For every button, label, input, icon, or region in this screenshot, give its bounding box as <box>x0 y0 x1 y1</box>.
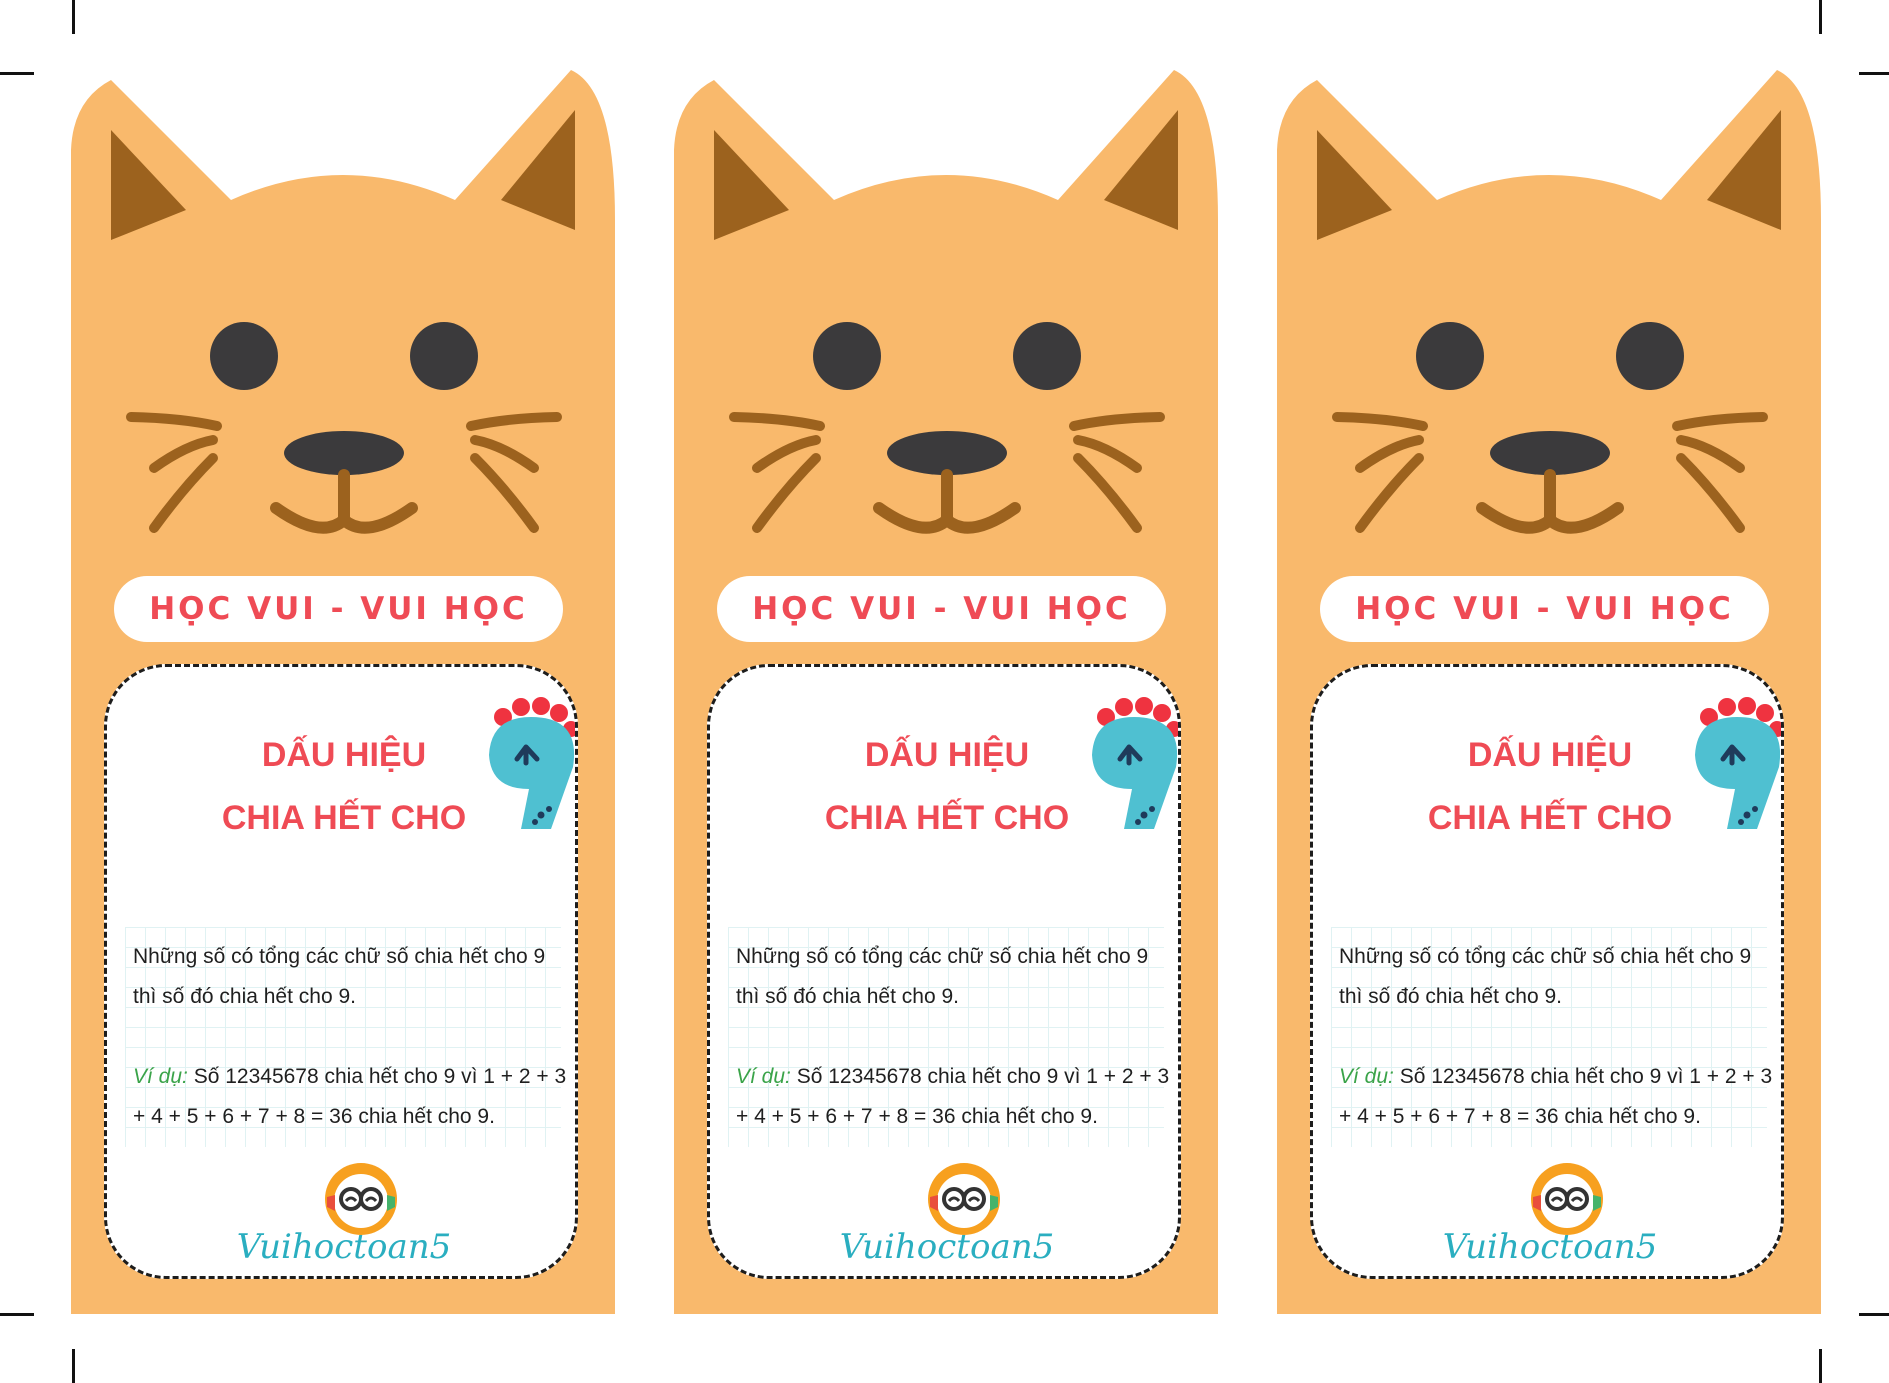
example-label: Ví dụ: <box>133 1065 188 1088</box>
example-text: Ví dụ: Số 12345678 chia hết cho 9 vì 1 +… <box>1339 1057 1779 1137</box>
bookmark-card-3: HỌC VUI - VUI HỌC DẤU HIỆU CHIA HẾT CHO … <box>1277 60 1821 1314</box>
logo-text: Vuihoctoan5 <box>1442 1227 1658 1267</box>
info-card: DẤU HIỆU CHIA HẾT CHO Những số có tổng c… <box>1310 664 1784 1279</box>
bookmark-card-1: HỌC VUI - VUI HỌC DẤU HIỆU CHIA HẾT CHO … <box>71 60 615 1314</box>
example-label: Ví dụ: <box>736 1065 791 1088</box>
rule-text: Những số có tổng các chữ số chia hết cho… <box>736 945 1149 1008</box>
slogan-text: HỌC VUI - VUI HỌC <box>752 591 1131 627</box>
info-card: DẤU HIỆU CHIA HẾT CHO Những số có tổng c… <box>104 664 578 1279</box>
crop-mark-right-top <box>1859 72 1889 75</box>
slogan-banner: HỌC VUI - VUI HỌC <box>114 576 563 642</box>
number-nine-dinosaur-icon <box>1695 697 1781 829</box>
slogan-text: HỌC VUI - VUI HỌC <box>1355 591 1734 627</box>
crop-mark-bottom-left <box>72 1349 75 1383</box>
number-nine-dinosaur-icon <box>1092 697 1178 829</box>
crop-mark-top-left <box>72 0 75 34</box>
example-text: Ví dụ: Số 12345678 chia hết cho 9 vì 1 +… <box>736 1057 1176 1137</box>
example-body: Số 12345678 chia hết cho 9 vì 1 + 2 + 3 … <box>1339 1065 1773 1128</box>
crop-mark-top-right <box>1819 0 1822 34</box>
rule-text: Những số có tổng các chữ số chia hết cho… <box>133 945 546 1008</box>
crop-mark-left-bottom <box>0 1313 34 1316</box>
example-text: Ví dụ: Số 12345678 chia hết cho 9 vì 1 +… <box>133 1057 573 1137</box>
crop-mark-right-bottom <box>1859 1313 1889 1316</box>
slogan-text: HỌC VUI - VUI HỌC <box>149 591 528 627</box>
slogan-banner: HỌC VUI - VUI HỌC <box>717 576 1166 642</box>
crop-mark-left-top <box>0 72 34 75</box>
owl-logo-icon <box>928 1163 1000 1235</box>
owl-logo-icon <box>325 1163 397 1235</box>
rule-text: Những số có tổng các chữ số chia hết cho… <box>1339 945 1752 1008</box>
owl-logo-icon <box>1531 1163 1603 1235</box>
logo-text: Vuihoctoan5 <box>839 1227 1055 1267</box>
logo-text: Vuihoctoan5 <box>236 1227 452 1267</box>
example-label: Ví dụ: <box>1339 1065 1394 1088</box>
example-body: Số 12345678 chia hết cho 9 vì 1 + 2 + 3 … <box>133 1065 567 1128</box>
bookmark-card-2: HỌC VUI - VUI HỌC DẤU HIỆU CHIA HẾT CHO … <box>674 60 1218 1314</box>
number-nine-dinosaur-icon <box>489 697 575 829</box>
slogan-banner: HỌC VUI - VUI HỌC <box>1320 576 1769 642</box>
crop-mark-bottom-right <box>1819 1349 1822 1383</box>
info-card: DẤU HIỆU CHIA HẾT CHO Những số có tổng c… <box>707 664 1181 1279</box>
example-body: Số 12345678 chia hết cho 9 vì 1 + 2 + 3 … <box>736 1065 1170 1128</box>
